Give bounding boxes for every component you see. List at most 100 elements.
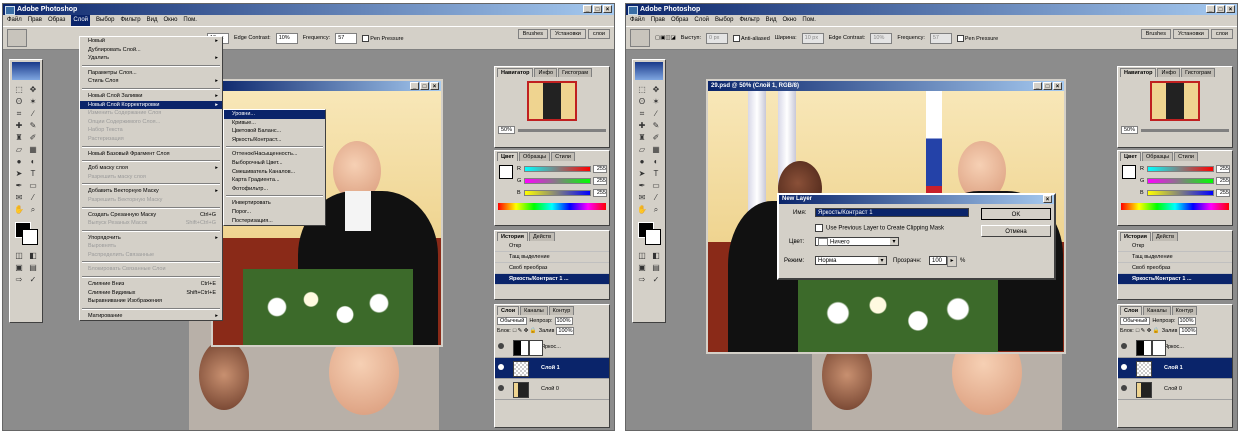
menu-image[interactable]: Образ <box>671 15 688 26</box>
pen-tool-icon[interactable]: ✒ <box>13 181 25 191</box>
tab-actions[interactable]: Действ <box>528 232 555 241</box>
menu-item[interactable]: Доб маску слоя ▸ <box>80 164 222 173</box>
screen-mode-icon[interactable]: ▣ <box>13 263 25 273</box>
menu-item[interactable]: Слияние Видимых Shift+Ctrl+E <box>80 289 222 298</box>
zoom-slider[interactable] <box>518 128 606 132</box>
antialias-checkbox[interactable]: Anti-aliased <box>733 34 770 42</box>
doc-maximize-button[interactable]: □ <box>1043 82 1052 90</box>
pen-tool-icon[interactable]: ✒ <box>636 181 648 191</box>
tab-histogram[interactable]: Гистограм <box>558 68 592 77</box>
maximize-button[interactable]: □ <box>1216 5 1225 13</box>
eye-icon[interactable] <box>498 343 504 349</box>
eye-icon[interactable] <box>1121 343 1127 349</box>
layer-row-selected[interactable]: Слой 1 <box>495 358 609 379</box>
menu-item[interactable]: Выравнивание Изображения <box>80 297 222 306</box>
blue-slider[interactable] <box>524 190 591 196</box>
frequency-field[interactable]: 57 <box>335 32 358 44</box>
blur-tool-icon[interactable]: ● <box>636 157 648 167</box>
menu-item[interactable]: Стиль Слоя ▸ <box>80 77 222 86</box>
menu-window[interactable]: Окно <box>782 15 796 26</box>
tab-history[interactable]: История <box>497 232 528 241</box>
menu-view[interactable]: Вид <box>766 15 777 26</box>
doc-maximize-button[interactable]: □ <box>420 82 429 90</box>
quick-mask-icon[interactable]: ◫ <box>13 251 25 261</box>
tab-histogram[interactable]: Гистограм <box>1181 68 1215 77</box>
edge-contrast-field[interactable]: 10% <box>275 32 298 44</box>
layer-row[interactable]: Яркос... <box>1118 337 1232 358</box>
menu-edit[interactable]: Прав <box>651 15 665 26</box>
doc-close-button[interactable]: × <box>430 82 439 90</box>
menu-item[interactable]: Фотофильтр... <box>224 185 325 194</box>
menu-help[interactable]: Пом. <box>802 15 815 26</box>
blue-value[interactable]: 255 <box>593 189 607 197</box>
menu-file[interactable]: Файл <box>7 15 22 26</box>
menu-filter[interactable]: Фильтр <box>739 15 759 26</box>
feather-field[interactable]: 0 px <box>706 32 729 44</box>
eye-icon[interactable] <box>1121 364 1127 370</box>
eyedropper-tool-icon[interactable]: ⁄ <box>27 193 39 203</box>
navigator-thumbnail[interactable] <box>1150 81 1200 121</box>
menu-window[interactable]: Окно <box>163 15 177 26</box>
color-picker-swatch[interactable] <box>1122 165 1136 179</box>
tab-layers[interactable]: Слои <box>497 306 520 315</box>
menu-item-highlighted[interactable]: Новый Слой Корректировки ▸ <box>80 100 222 110</box>
history-item-selected[interactable]: Яркость/Контраст 1 ... <box>1118 274 1232 285</box>
full-screen-icon[interactable]: ▤ <box>27 263 39 273</box>
menu-item[interactable]: Карта Градиента... <box>224 176 325 185</box>
quick-mask-icon[interactable]: ◫ <box>636 251 648 261</box>
color-spectrum[interactable] <box>1121 203 1229 210</box>
magic-wand-tool-icon[interactable]: ✶ <box>27 97 39 107</box>
zoom-tool-icon[interactable]: ⌕ <box>27 205 39 215</box>
chevron-down-icon[interactable]: ▾ <box>878 257 886 264</box>
layer-row[interactable]: Слой 0 <box>495 379 609 400</box>
palette-tab-layers[interactable]: слои <box>1210 29 1233 39</box>
menu-item[interactable]: Дублировать Слой... <box>80 46 222 55</box>
color-select[interactable]: Ничего ▾ <box>815 237 899 246</box>
menu-item[interactable]: Выборочный Цвет... <box>224 159 325 168</box>
menu-image[interactable]: Образ <box>48 15 65 26</box>
zoom-tool-icon[interactable]: ⌕ <box>650 205 662 215</box>
layer-row[interactable]: Яркос... <box>495 337 609 358</box>
palette-tab-presets[interactable]: Установки <box>549 29 586 39</box>
menu-item[interactable]: Упорядочить ▸ <box>80 234 222 243</box>
type-tool-icon[interactable]: T <box>650 169 662 179</box>
palette-tab-presets[interactable]: Установки <box>1172 29 1209 39</box>
standard-mode-icon[interactable]: ◧ <box>650 251 662 261</box>
tab-navigator[interactable]: Навигатор <box>1120 68 1157 77</box>
fill-field[interactable]: 100% <box>556 327 575 335</box>
shape-tool-icon[interactable]: ▭ <box>650 181 662 191</box>
red-slider[interactable] <box>524 166 591 172</box>
menu-item[interactable]: Новый Базовый Фрагмент Слоя <box>80 150 222 159</box>
lock-icons[interactable]: □ ✎ ✥ 🔒 <box>513 328 537 334</box>
lock-icons[interactable]: □ ✎ ✥ 🔒 <box>1136 328 1160 334</box>
ok-button[interactable]: OK <box>981 208 1051 220</box>
tab-actions[interactable]: Действ <box>1151 232 1178 241</box>
tab-color[interactable]: Цвет <box>1120 152 1142 161</box>
palette-tab-layers[interactable]: слои <box>587 29 610 39</box>
menu-help[interactable]: Пом. <box>183 15 196 26</box>
tab-channels[interactable]: Каналы <box>520 306 548 315</box>
menu-layer[interactable]: Слой <box>694 15 709 26</box>
opacity-input[interactable]: 100 <box>929 256 947 265</box>
menu-item[interactable]: Оттенок/Насыщенность... <box>224 150 325 159</box>
move-tool-icon[interactable]: ✥ <box>650 85 662 95</box>
cancel-button[interactable]: Отмена <box>981 225 1051 237</box>
dialog-close-button[interactable]: × <box>1043 195 1052 203</box>
menu-item[interactable]: Матирование ▸ <box>80 312 222 321</box>
lasso-tool-icon[interactable]: ʘ <box>636 97 648 107</box>
history-item[interactable]: Тащ выделение <box>1118 252 1232 263</box>
selection-mode-icons[interactable]: ▢▣◫◪ <box>655 35 676 41</box>
eye-icon[interactable] <box>498 364 504 370</box>
tab-info[interactable]: Инфо <box>1157 68 1181 77</box>
lasso-tool-icon[interactable]: ʘ <box>13 97 25 107</box>
crop-tool-icon[interactable]: ⌗ <box>636 109 648 119</box>
zoom-field[interactable]: 50% <box>1121 126 1139 134</box>
tab-layers[interactable]: Слои <box>1120 306 1143 315</box>
menu-item[interactable]: Создать Срезанную Маску Ctrl+G <box>80 211 222 220</box>
standard-mode-icon[interactable]: ◧ <box>27 251 39 261</box>
menu-select[interactable]: Выбор <box>96 15 114 26</box>
path-select-tool-icon[interactable]: ➤ <box>636 169 648 179</box>
tab-channels[interactable]: Каналы <box>1143 306 1171 315</box>
green-slider[interactable] <box>1147 178 1214 184</box>
history-item[interactable]: Тащ выделение <box>495 252 609 263</box>
